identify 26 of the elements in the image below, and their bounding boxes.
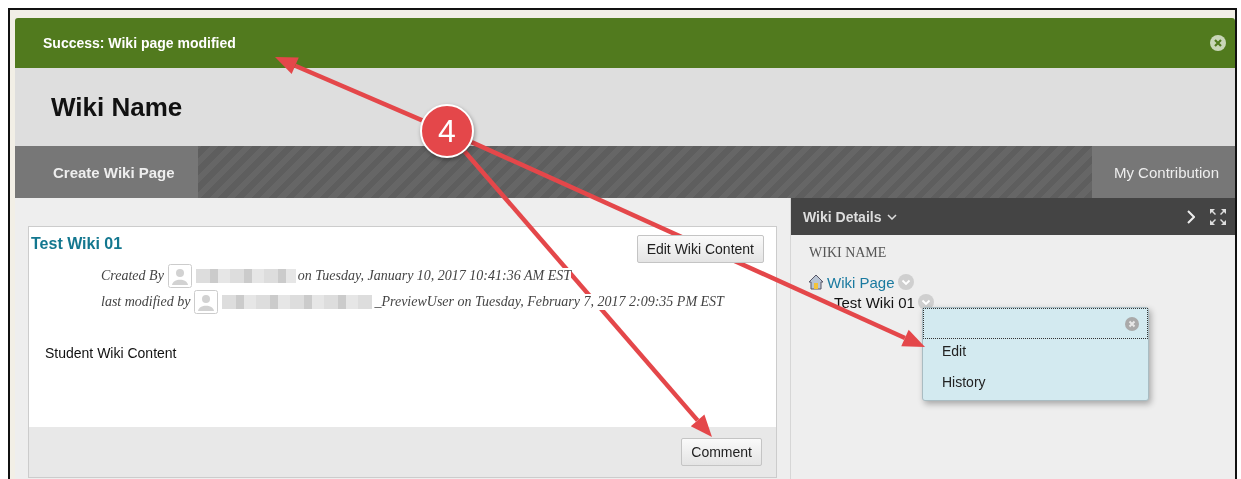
tree-item[interactable]: Test Wiki 01: [834, 293, 915, 311]
edit-wiki-content-button[interactable]: Edit Wiki Content: [636, 235, 764, 263]
meta-label: Created By: [101, 268, 164, 284]
chevron-right-icon[interactable]: [1187, 209, 1195, 224]
comment-button[interactable]: Comment: [681, 438, 762, 466]
meta-text: _PreviewUser on Tuesday, February 7, 2017 2:09:35 PM EST: [374, 294, 724, 310]
meta-label: last modified by: [101, 294, 191, 310]
my-contribution-button[interactable]: My Contribution: [1091, 146, 1235, 198]
avatar-icon: [194, 290, 219, 314]
tree-link[interactable]: Wiki Page: [827, 273, 895, 291]
home-icon: [808, 274, 824, 290]
success-message: Success: Wiki page modified: [43, 35, 236, 51]
section-heading: WIKI NAME: [809, 245, 888, 261]
avatar-icon: [167, 264, 192, 288]
wiki-content: Student Wiki Content: [45, 345, 178, 361]
menu-item[interactable]: Edit: [923, 339, 1148, 362]
expand-icon[interactable]: [1209, 207, 1227, 226]
close-icon[interactable]: [1125, 316, 1139, 331]
menu-item[interactable]: History: [923, 370, 1148, 393]
meta-text: on Tuesday, January 10, 2017 10:41:36 AM EST: [297, 268, 571, 284]
chevron-down-icon[interactable]: [887, 213, 898, 220]
page-title: Wiki Name: [51, 91, 183, 123]
create-wiki-page-button[interactable]: Create Wiki Page: [15, 146, 198, 198]
close-icon[interactable]: [1209, 34, 1227, 52]
wiki-page-title[interactable]: Test Wiki 01: [31, 235, 123, 253]
panel-title[interactable]: Wiki Details: [803, 208, 882, 225]
